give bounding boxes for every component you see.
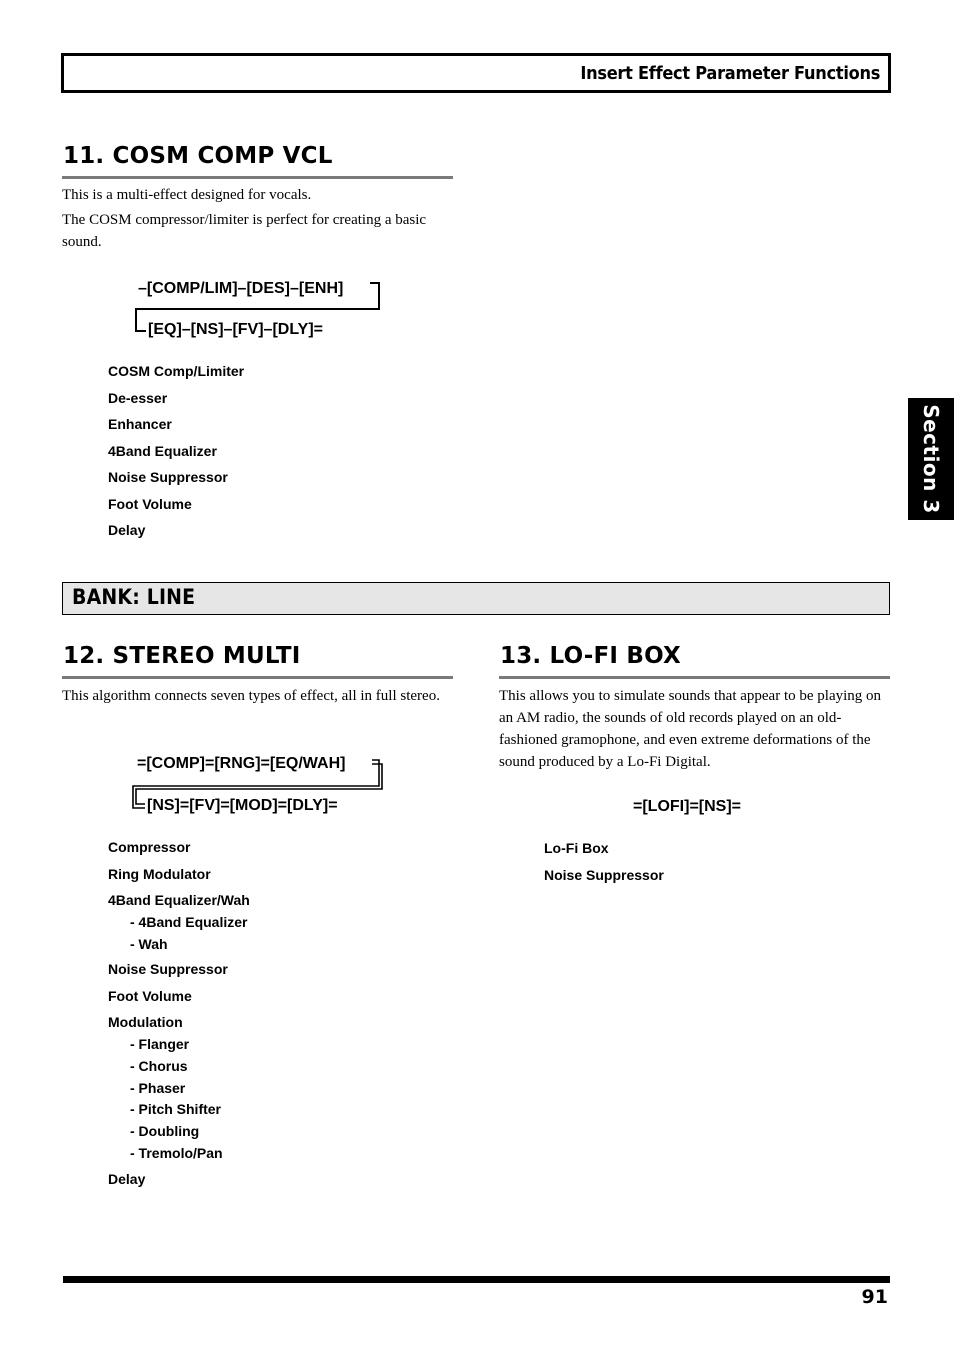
cosm-comp-vcl-effect-list: COSM Comp/Limiter De-esser Enhancer 4Ban…	[108, 362, 244, 548]
bank-label: BANK: LINE	[72, 585, 196, 609]
effect-item: Enhancer	[108, 416, 172, 432]
effect-item: Foot Volume	[108, 495, 192, 512]
effect-item: Foot Volume	[108, 987, 192, 1004]
stereo-multi-description: This algorithm connects seven types of e…	[62, 685, 442, 710]
heading-rule	[499, 676, 890, 679]
heading-rule	[62, 676, 453, 679]
effect-item: Ring Modulator	[108, 865, 211, 882]
effect-item: Lo-Fi Box	[544, 840, 609, 856]
stereo-multi-effect-list: Compressor Ring Modulator 4Band Equalize…	[108, 838, 250, 1196]
effect-subitem: - Doubling	[130, 1123, 200, 1140]
section-tab-label: Section 3	[919, 404, 943, 514]
effect-subitem: - Chorus	[130, 1058, 188, 1075]
effect-subitem: - Flanger	[130, 1036, 190, 1053]
heading-stereo-multi: 12. STEREO MULTI	[63, 643, 301, 669]
effect-item: Noise Suppressor	[544, 866, 664, 883]
running-header: Insert Effect Parameter Functions	[61, 53, 891, 93]
effect-subitem: - 4Band Equalizer	[130, 914, 248, 930]
effect-subitem: - Pitch Shifter	[130, 1101, 222, 1118]
lofi-box-description: This allows you to simulate sounds that …	[499, 685, 891, 776]
description-paragraph: This allows you to simulate sounds that …	[499, 688, 882, 770]
description-paragraph: This algorithm connects seven types of e…	[62, 688, 440, 704]
signal-flow-line-2: [EQ]–[NS]–[FV]–[DLY]=	[148, 321, 323, 338]
effect-item: Delay	[108, 522, 146, 538]
bank-banner: BANK: LINE	[62, 582, 890, 615]
effect-item: Delay	[108, 1170, 146, 1187]
effect-item: COSM Comp/Limiter	[108, 363, 245, 379]
lofi-box-effect-list: Lo-Fi Box Noise Suppressor	[544, 839, 664, 892]
effect-item: Noise Suppressor	[108, 469, 228, 485]
cosm-comp-vcl-description: This is a multi-effect designed for voca…	[62, 184, 457, 256]
heading-lofi-box: 13. LO-FI BOX	[500, 643, 681, 669]
effect-item: De-esser	[108, 389, 168, 406]
effect-subitem: - Wah	[130, 935, 168, 952]
effect-item: Noise Suppressor	[108, 961, 228, 978]
effect-item: 4Band Equalizer	[108, 442, 217, 459]
page-number: 91	[861, 1286, 888, 1308]
effect-item: Compressor	[108, 839, 191, 855]
signal-flow: =[LOFI]=[NS]=	[633, 798, 742, 815]
description-paragraph: This is a multi-effect designed for voca…	[62, 187, 312, 203]
section-tab: Section 3	[908, 398, 954, 520]
header-title: Insert Effect Parameter Functions	[580, 63, 880, 84]
effect-item: Modulation	[108, 1014, 183, 1031]
effect-subitem: - Phaser	[130, 1079, 186, 1096]
heading-cosm-comp-vcl: 11. COSM COMP VCL	[63, 143, 333, 169]
description-paragraph: The COSM compressor/limiter is perfect f…	[62, 212, 427, 250]
footer-rule	[63, 1276, 890, 1283]
heading-rule	[62, 176, 453, 179]
effect-item: 4Band Equalizer/Wah	[108, 892, 250, 908]
effect-subitem: - Tremolo/Pan	[130, 1144, 223, 1161]
signal-flow-line-2: [NS]=[FV]=[MOD]=[DLY]=	[147, 797, 338, 814]
